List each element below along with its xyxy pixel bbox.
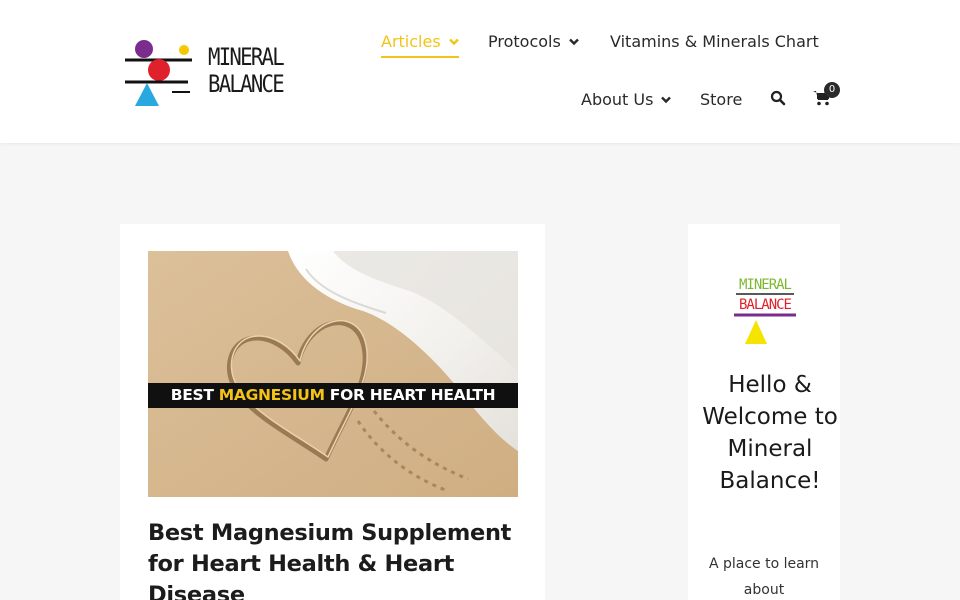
site-logo[interactable]: MINERAL BALANCE (122, 36, 292, 111)
nav-store[interactable]: Store (700, 90, 742, 109)
nav-protocols[interactable]: Protocols (488, 32, 579, 51)
sidebar-intro-text: A place to learn about (708, 556, 820, 598)
image-banner-text: BEST MAGNESIUM FOR HEART HEALTH (148, 383, 518, 408)
nav-vitamins-chart[interactable]: Vitamins & Minerals Chart (610, 32, 819, 51)
banner-text-start: BEST (170, 386, 219, 404)
sidebar-logo-line-2: BALANCE (739, 297, 792, 313)
logo-line-1: MINERAL (208, 43, 285, 71)
nav-about-label: About Us (581, 90, 654, 109)
banner-text-highlight: MAGNESIUM (218, 386, 325, 404)
chevron-down-icon (661, 96, 672, 103)
logo-line-2: BALANCE (208, 70, 285, 98)
nav-store-label: Store (700, 90, 743, 109)
banner-text-end: FOR HEART HEALTH (324, 386, 496, 404)
nav-articles-label: Articles (381, 32, 441, 51)
post-title[interactable]: Best Magnesium Supplement for Heart Heal… (148, 518, 528, 600)
chevron-down-icon (568, 38, 579, 45)
active-underline (381, 56, 459, 58)
sidebar-logo-mark-icon: MINERAL BALANCE (734, 277, 796, 344)
site-header: MINERAL BALANCE Articles Protocols Vitam… (0, 0, 960, 143)
nav-about[interactable]: About Us (581, 90, 672, 109)
sidebar-logo: MINERAL BALANCE (732, 274, 798, 346)
logo-wordmark: MINERAL BALANCE (208, 43, 285, 98)
nav-articles[interactable]: Articles (381, 32, 459, 58)
sidebar-welcome-heading: Hello & Welcome to Mineral Balance! (702, 372, 838, 494)
search-button[interactable] (770, 90, 788, 108)
post-featured-image[interactable]: BEST MAGNESIUM FOR HEART HEALTH (148, 251, 518, 497)
nav-vitamins-chart-label: Vitamins & Minerals Chart (610, 32, 819, 51)
sidebar-logo-line-1: MINERAL (739, 277, 792, 293)
beach-heart-image (148, 251, 518, 497)
cart-count-badge: 0 (824, 82, 840, 98)
logo-mark-icon (125, 40, 192, 106)
chevron-down-icon (448, 38, 459, 45)
nav-protocols-label: Protocols (488, 32, 561, 51)
search-icon (770, 90, 786, 106)
